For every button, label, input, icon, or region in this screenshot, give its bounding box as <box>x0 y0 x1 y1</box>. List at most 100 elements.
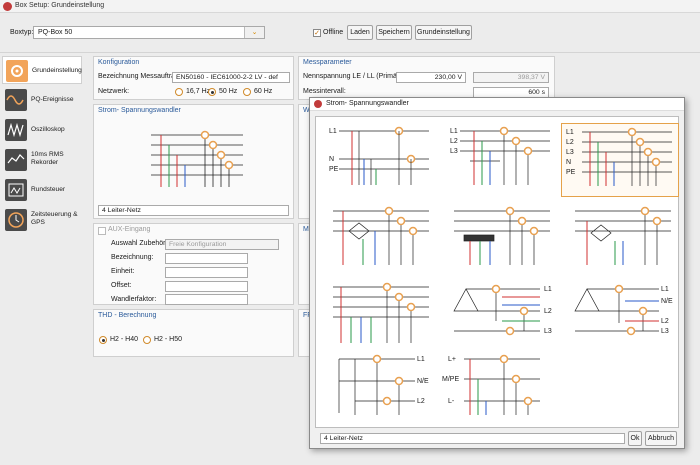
toolbar: Boxtyp: PQ-Box 50 ⌄ ✓ Offline Laden Spei… <box>0 13 700 53</box>
wiring-option-11[interactable]: L+ M/PE L- <box>440 353 558 427</box>
ripple-control-icon <box>5 179 27 201</box>
wire-label: L3 <box>450 148 458 155</box>
wire-label: L1 <box>329 128 337 135</box>
wiring-option-4[interactable] <box>319 203 437 277</box>
wiring-diagram-grid: L1 N PE L1 L2 L3 L1 L2 L3 N PE L1 L2 L3 … <box>315 116 679 428</box>
boxtyp-select[interactable]: PQ-Box 50 ⌄ <box>33 26 265 39</box>
wiring-option-9[interactable]: L1 N/E L2 L3 <box>561 281 679 355</box>
thd-option-label: H2 - H50 <box>154 336 183 343</box>
wandler-dialog: Strom- Spannungswandler L1 N PE L1 L2 L3… <box>309 97 685 449</box>
aux-title: AUX-Eingang <box>108 226 151 233</box>
nennspannung-input[interactable]: 230,00 V <box>396 72 466 83</box>
wire-label: L2 <box>661 318 669 325</box>
settings-icon <box>6 60 28 82</box>
boxtyp-label: Boxtyp: <box>10 29 34 36</box>
oscilloscope-icon <box>5 119 27 141</box>
bezeichnung-label: Bezeichnung Messauftrag: <box>98 73 181 80</box>
aux-bezeichnung-input[interactable] <box>165 253 248 264</box>
wire-label: L2 <box>544 308 552 315</box>
wandler-title: Strom- Spannungswandler <box>98 107 181 114</box>
grundeinstellung-button[interactable]: Grundeinstellung <box>415 25 472 40</box>
wire-label: N <box>329 156 335 163</box>
offline-checkbox[interactable]: ✓ <box>313 29 321 37</box>
sidebar-item-label: 10ms RMS Rekorder <box>31 151 64 166</box>
sidebar-item-label: Oszilloskop <box>31 126 65 133</box>
netzwerk-radio-50[interactable] <box>208 88 216 96</box>
messparameter-title: Messparameter <box>303 59 352 66</box>
wiring-option-8[interactable]: L1 L2 L3 <box>440 281 558 355</box>
dialog-app-icon <box>314 100 322 108</box>
window-titlebar: Box Setup: Grundeinstellung <box>0 0 700 13</box>
wire-label: L1 <box>544 286 552 293</box>
aux-offset-label: Offset: <box>111 282 132 289</box>
laden-button[interactable]: Laden <box>347 25 373 40</box>
konfiguration-title: Konfiguration <box>98 59 140 66</box>
netzwerk-option-label: 16,7 Hz <box>186 88 211 95</box>
netzwerk-option-label: 60 Hz <box>254 88 273 95</box>
wire-label: L2 <box>417 398 425 405</box>
sidebar-item-rms-rekorder[interactable]: 10ms RMS Rekorder <box>2 146 82 174</box>
dialog-title: Strom- Spannungswandler <box>326 100 409 107</box>
wiring-option-6[interactable] <box>561 203 679 277</box>
wiring-option-2[interactable]: L1 L2 L3 <box>440 123 558 197</box>
aux-panel: AUX-Eingang Auswahl Zubehör: Freie Konfi… <box>93 223 294 305</box>
thd-radio-h40[interactable] <box>99 336 107 344</box>
wiring-option-10[interactable]: L1 N/E L2 <box>319 353 437 427</box>
sidebar-item-oszilloskop[interactable]: Oszilloskop <box>2 116 82 144</box>
aux-wandlerfaktor-input[interactable] <box>165 294 248 305</box>
messintervall-label: Messintervall: <box>303 88 346 95</box>
ok-button[interactable]: Ok <box>628 431 642 446</box>
wire-label: N/E <box>417 378 429 385</box>
aux-wandlerfaktor-label: Wandlerfaktor: <box>111 296 157 303</box>
sidebar-item-rundsteuer[interactable]: Rundsteuer <box>2 176 82 204</box>
wire-label: L+ <box>448 356 456 363</box>
wiring-option-5[interactable] <box>440 203 558 277</box>
netzwerk-radio-60[interactable] <box>243 88 251 96</box>
wire-label: L1 <box>450 128 458 135</box>
offline-label: Offline <box>323 29 344 36</box>
thd-radio-h50[interactable] <box>143 336 151 344</box>
sidebar-item-label: Zeitsteuerung & GPS <box>31 211 78 226</box>
netzwerk-label: Netzwerk: <box>98 88 130 95</box>
abbruch-button[interactable]: Abbruch <box>645 431 677 446</box>
wire-label: N/E <box>661 298 673 305</box>
wiring-option-1[interactable]: L1 N PE <box>319 123 437 197</box>
dialog-value-field[interactable]: 4 Leiter-Netz <box>320 433 625 444</box>
speichern-button[interactable]: Speichern <box>376 25 412 40</box>
sidebar-item-pq-ereignisse[interactable]: PQ-Ereignisse <box>2 86 82 114</box>
wire-label: L2 <box>450 138 458 145</box>
window-title: Box Setup: Grundeinstellung <box>15 2 105 9</box>
sidebar-item-zeitsteuerung[interactable]: Zeitsteuerung & GPS <box>2 206 82 234</box>
wiring-option-7[interactable] <box>319 281 437 355</box>
aux-bezeichnung-label: Bezeichnung: <box>111 254 154 261</box>
zubehoer-label: Auswahl Zubehör: <box>111 240 168 247</box>
wire-label: L1 <box>417 356 425 363</box>
nennspannung-label: Nennspannung LE / LL (Primär): <box>303 73 404 80</box>
sidebar-item-label: PQ-Ereignisse <box>31 96 74 103</box>
sidebar-item-label: Rundsteuer <box>31 186 66 193</box>
wire-label: L3 <box>566 149 574 156</box>
aux-offset-input[interactable] <box>165 281 248 292</box>
wiring-option-3-selected[interactable]: L1 L2 L3 N PE <box>561 123 679 197</box>
wandler-preview-diagram <box>151 130 243 187</box>
wire-label: L2 <box>566 139 574 146</box>
thd-option-label: H2 - H40 <box>110 336 139 343</box>
rms-recorder-icon <box>5 149 27 171</box>
nennspannung-ll-input: 398,37 V <box>473 72 549 83</box>
wire-label: L3 <box>544 328 552 335</box>
bezeichnung-input[interactable]: EN50160 - IEC61000-2-2 LV - def <box>172 72 290 83</box>
chevron-down-icon[interactable]: ⌄ <box>244 27 264 38</box>
thd-panel: THD - Berechnung H2 - H40 H2 - H50 <box>93 309 294 357</box>
dialog-titlebar: Strom- Spannungswandler <box>310 98 684 111</box>
zubehoer-select: Freie Konfiguration <box>165 239 279 250</box>
thd-title: THD - Berechnung <box>98 312 157 319</box>
boxtyp-value: PQ-Box 50 <box>38 29 73 36</box>
sidebar-item-grundeinstellung[interactable]: Grundeinstellung <box>2 56 82 84</box>
wandler-value-field[interactable]: 4 Leiter-Netz <box>98 205 289 216</box>
netzwerk-radio-16-7[interactable] <box>175 88 183 96</box>
app-icon <box>3 2 12 11</box>
wire-label: L- <box>448 398 455 405</box>
wire-label: L3 <box>661 328 669 335</box>
aux-checkbox[interactable] <box>98 227 106 235</box>
aux-einheit-input[interactable] <box>165 267 248 278</box>
